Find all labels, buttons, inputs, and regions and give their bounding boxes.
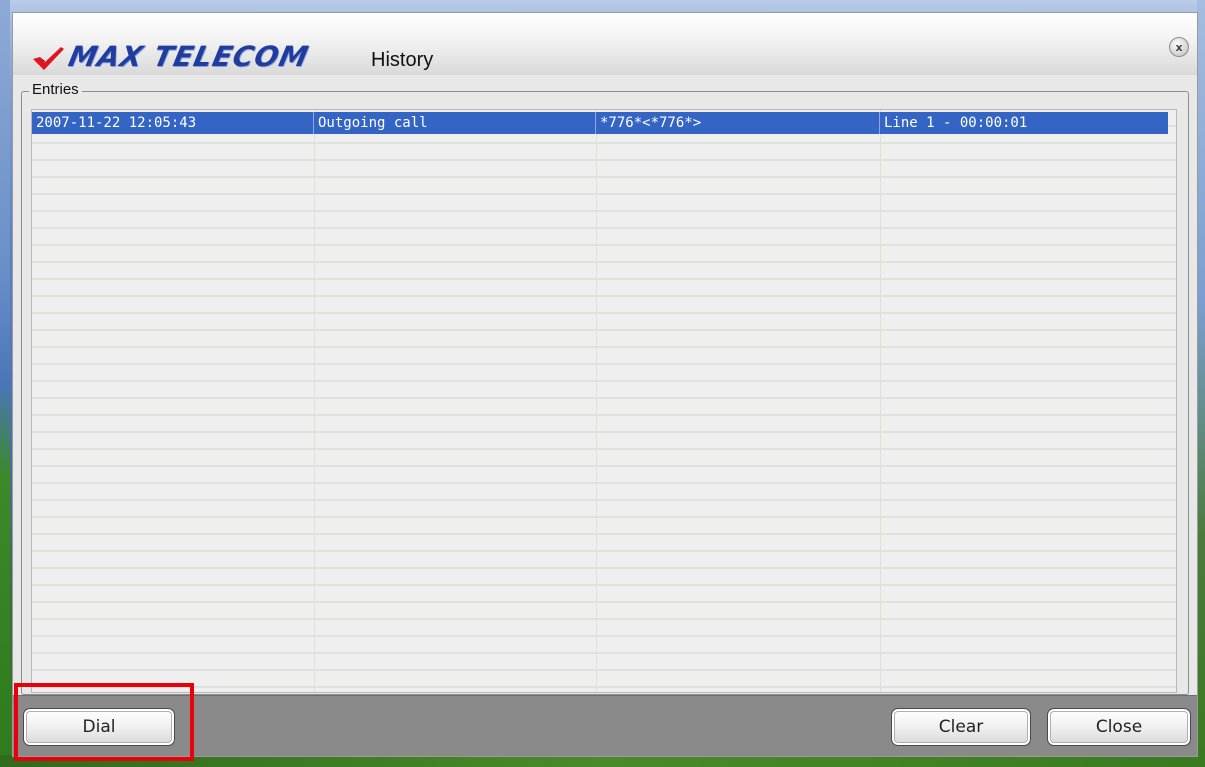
title-bar[interactable]: MAX TELECOM History x [13,13,1197,75]
desktop-background-right [1197,0,1205,767]
close-icon[interactable]: x [1169,37,1189,57]
red-checkmark-icon [33,47,64,70]
column-separator [314,110,315,692]
desktop-background-left [0,0,10,767]
column-separator [596,110,597,692]
entry-number: *776*<*776*> [596,112,880,134]
history-list[interactable]: 2007-11-22 12:05:43 Outgoing call *776*<… [31,109,1177,693]
entry-type: Outgoing call [314,112,596,134]
window-title: History [371,49,434,71]
brand-name: MAX TELECOM [65,40,312,73]
table-row[interactable]: 2007-11-22 12:05:43 Outgoing call *776*<… [32,112,1168,134]
close-button[interactable]: Close [1047,708,1191,746]
clear-button[interactable]: Clear [891,708,1031,746]
entry-datetime: 2007-11-22 12:05:43 [32,112,314,134]
column-separator [880,110,881,692]
entry-line-duration: Line 1 - 00:00:01 [884,115,1028,131]
max-telecom-logo: MAX TELECOM [31,40,312,73]
button-bar: Dial Clear Close [13,695,1197,756]
history-window: MAX TELECOM History x Entries 2007-11-22… [12,12,1198,757]
dial-button[interactable]: Dial [23,708,175,746]
entries-label: Entries [29,81,82,98]
